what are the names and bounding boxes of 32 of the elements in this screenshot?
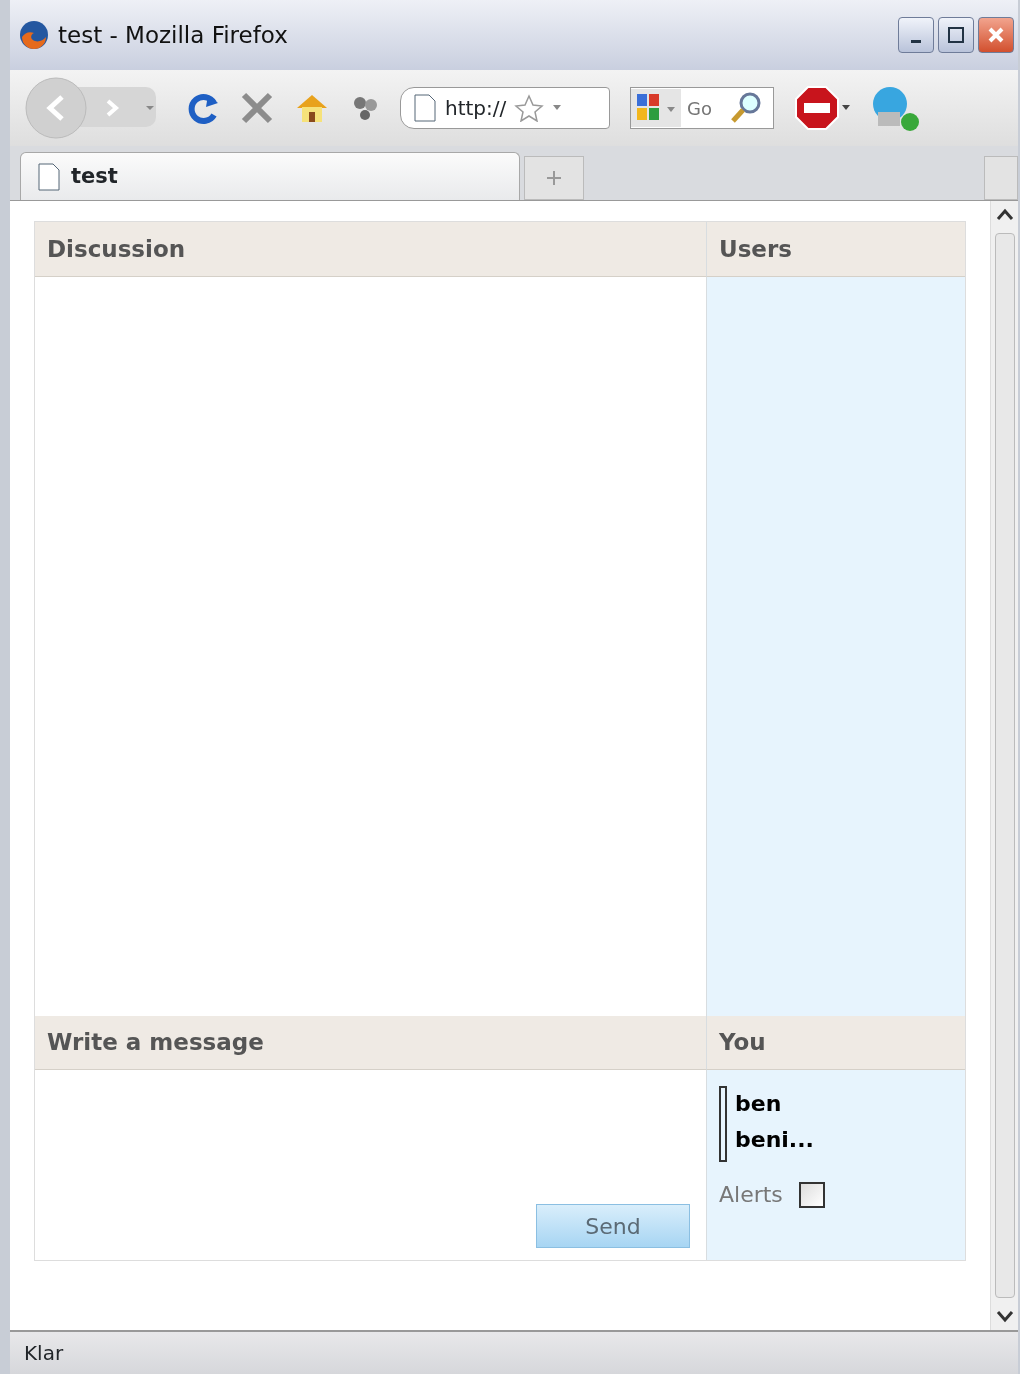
page-icon — [37, 161, 61, 192]
search-field[interactable]: Go — [630, 87, 774, 129]
stop-icon[interactable] — [240, 91, 274, 125]
maximize-icon — [947, 26, 965, 44]
plus-icon — [546, 170, 562, 186]
close-icon — [987, 26, 1005, 44]
address-bar[interactable]: http:// — [400, 87, 610, 129]
scrollbar[interactable] — [990, 201, 1018, 1330]
alerts-checkbox[interactable] — [798, 1181, 825, 1208]
reload-icon[interactable] — [186, 91, 220, 125]
url-text: http:// — [445, 95, 507, 122]
you-header: You — [707, 1016, 965, 1070]
page-icon — [413, 93, 437, 123]
user-name: ben — [735, 1090, 783, 1118]
dropdown-icon[interactable] — [552, 104, 563, 112]
maximize-button[interactable] — [938, 17, 974, 53]
search-icon[interactable] — [729, 91, 763, 125]
star-icon[interactable] — [514, 94, 545, 122]
search-engine-icon[interactable] — [631, 89, 681, 127]
browser-tab[interactable]: test — [20, 152, 520, 200]
minimize-icon — [911, 39, 921, 43]
firefox-logo — [18, 19, 50, 51]
compose-header: Write a message — [35, 1016, 707, 1070]
close-button[interactable] — [978, 17, 1014, 53]
discussion-header: Discussion — [35, 222, 707, 277]
send-button[interactable]: Send — [536, 1204, 690, 1248]
users-header: Users — [707, 222, 965, 277]
status-text: Klar — [24, 1340, 64, 1367]
user-name: beni... — [735, 1126, 814, 1154]
alerts-label: Alerts — [719, 1181, 783, 1209]
window-title: test - Mozilla Firefox — [58, 20, 288, 50]
minimize-button[interactable] — [898, 17, 934, 53]
